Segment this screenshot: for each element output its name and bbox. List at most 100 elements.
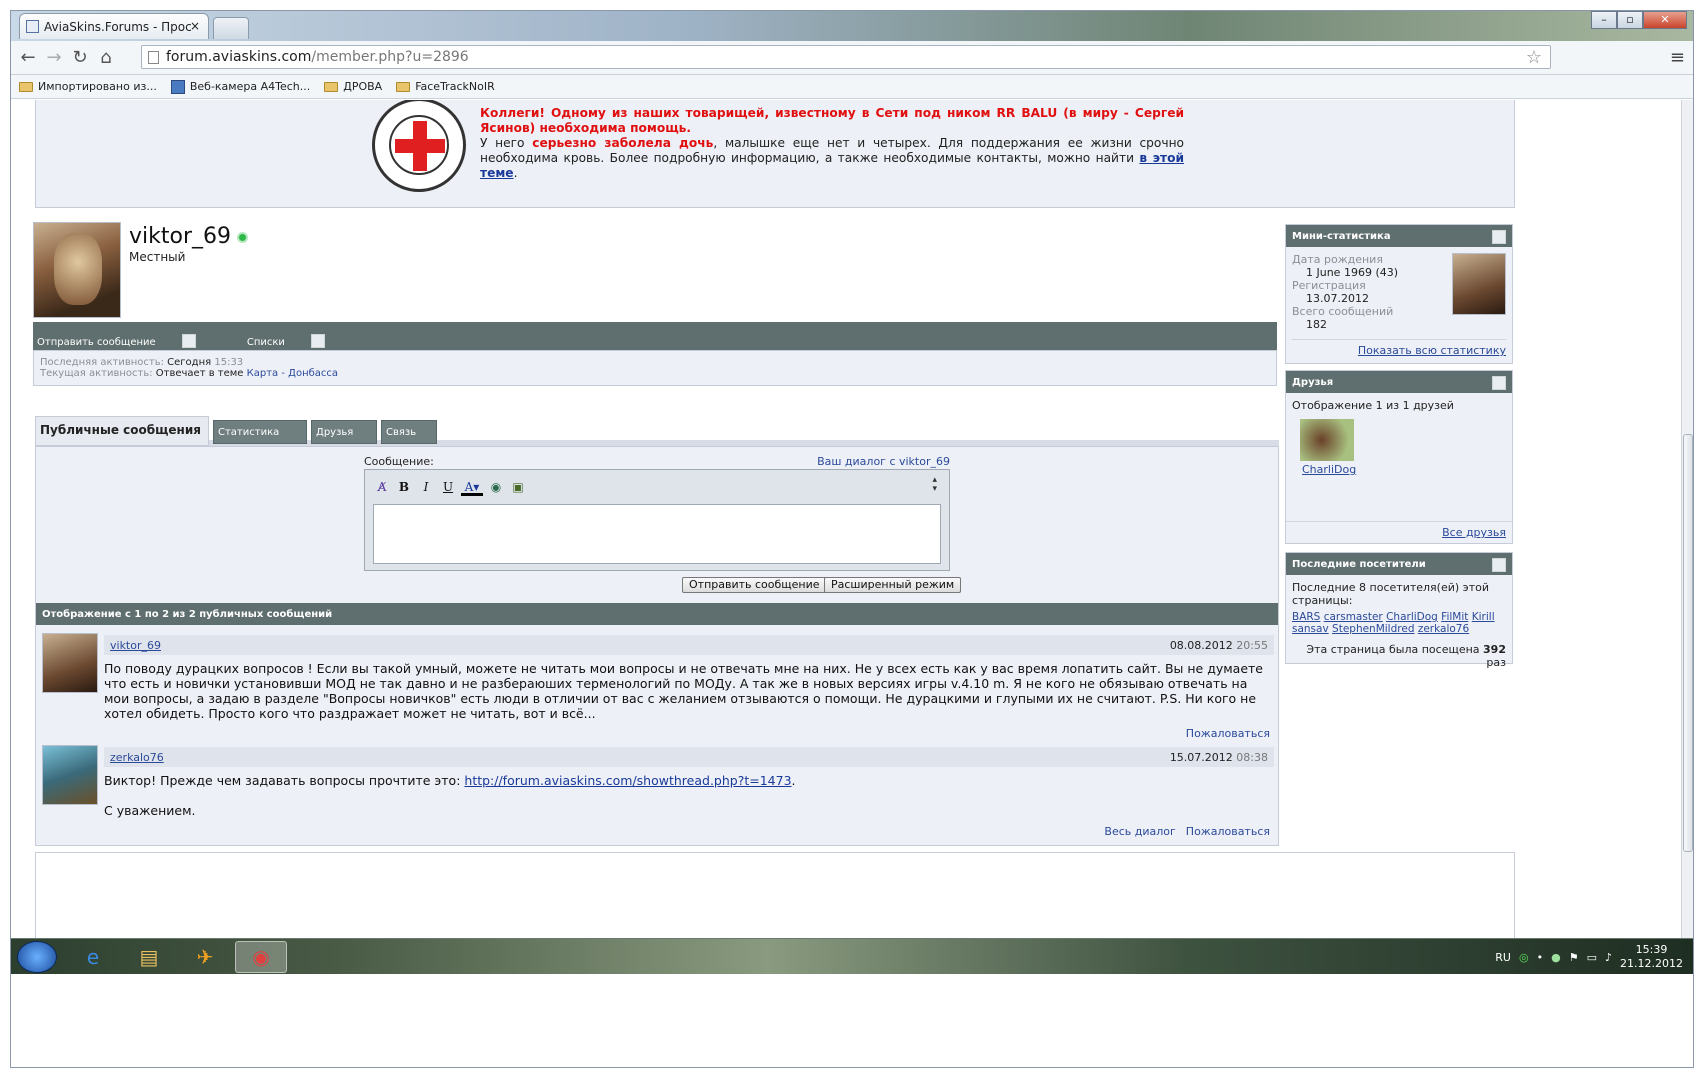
report-link[interactable]: Пожаловаться — [1186, 727, 1270, 740]
link-icon[interactable]: ◉ — [487, 478, 505, 496]
bookmark-star-icon[interactable]: ☆ — [1526, 47, 1542, 68]
username-text: viktor_69 — [129, 224, 231, 249]
dialog-link[interactable]: Ваш диалог с viktor_69 — [817, 455, 950, 468]
bookmark-item[interactable]: FaceTrackNoIR — [396, 80, 495, 93]
visitor-link[interactable]: sansav — [1292, 623, 1329, 635]
underline-icon[interactable]: U — [439, 478, 457, 496]
folder-icon — [324, 81, 339, 92]
network-icon[interactable]: ▭ — [1587, 951, 1597, 964]
bookmark-item[interactable]: Веб-камера A4Tech... — [170, 79, 310, 94]
start-button[interactable] — [17, 941, 57, 973]
lists-label: Списки — [246, 337, 285, 348]
text-color-icon[interactable]: A▾ — [461, 478, 483, 496]
post-footer: Пожаловаться — [1176, 727, 1270, 740]
forward-icon[interactable]: → — [43, 47, 65, 68]
profile-header: viktor_69 Местный Отправить сообщение Сп… — [33, 222, 1277, 390]
notice-body: У него серьезно заболела дочь, малышке е… — [480, 136, 1184, 181]
all-friends-link[interactable]: Все друзья — [1442, 526, 1506, 539]
post-author-link[interactable]: zerkalo76 — [110, 751, 164, 764]
views-unit: раз — [1486, 656, 1506, 669]
maximize-button[interactable]: ▫ — [1617, 11, 1643, 29]
ministats-footer: Показать всю статистику — [1292, 339, 1506, 357]
minimize-button[interactable]: – — [1591, 11, 1617, 29]
tray-status-icon[interactable]: ● — [1551, 951, 1561, 964]
send-message-button[interactable]: Отправить сообщение — [682, 577, 827, 593]
bookmark-label: Импортировано из... — [38, 80, 157, 93]
visitors-list: BARS carsmaster CharliDog FilMit Kirill … — [1292, 611, 1506, 635]
close-button[interactable]: ✕ — [1643, 11, 1687, 29]
game-app-icon[interactable]: ✈ — [179, 941, 231, 973]
post-date-day: 08.08.2012 — [1169, 639, 1233, 652]
online-status-icon — [237, 231, 248, 243]
volume-icon[interactable]: ♪ — [1605, 951, 1612, 964]
bold-icon[interactable]: B — [395, 478, 413, 496]
report-link[interactable]: Пожаловаться — [1186, 825, 1270, 838]
tray-app-icon[interactable]: • — [1537, 951, 1544, 964]
post-date: 08.08.2012 20:55 — [1170, 639, 1268, 652]
explorer-icon[interactable]: ▤ — [123, 941, 175, 973]
reload-icon[interactable]: ↻ — [69, 47, 91, 68]
visitor-link[interactable]: CharliDog — [1386, 611, 1438, 623]
scrollbar-thumb[interactable] — [1683, 434, 1693, 852]
bookmark-item[interactable]: ДРОВА — [324, 80, 382, 93]
clock-time: 15:39 — [1635, 943, 1668, 956]
send-message-link[interactable]: Отправить сообщение — [37, 334, 220, 348]
notice-body-red: серьезно заболела дочь — [532, 136, 714, 150]
visitor-link[interactable]: StephenMildred — [1332, 623, 1414, 635]
post-author-link[interactable]: viktor_69 — [110, 639, 161, 652]
views-text: Эта страница была посещена — [1306, 643, 1480, 656]
page-icon — [148, 51, 159, 64]
post-link[interactable]: http://forum.aviaskins.com/showthread.ph… — [464, 773, 791, 788]
tab-statistics[interactable]: Статистика — [213, 420, 307, 444]
send-message-label: Отправить сообщение — [37, 337, 156, 348]
tab-public-messages[interactable]: Публичные сообщения — [35, 416, 209, 446]
ministats-body: Дата рождения 1 June 1969 (43) Регистрац… — [1286, 247, 1512, 363]
visitor-link[interactable]: FilMit — [1441, 611, 1468, 623]
italic-icon[interactable]: I — [417, 478, 435, 496]
address-bar[interactable]: forum.aviaskins.com/member.php?u=2896 ☆ — [141, 45, 1551, 69]
browser-tab[interactable]: AviaSkins.Forums - Прос × — [19, 13, 209, 39]
tab-contact[interactable]: Связь — [381, 420, 437, 444]
tab-friends[interactable]: Друзья — [311, 420, 377, 444]
back-icon[interactable]: ← — [17, 47, 39, 68]
ie-icon[interactable]: e — [67, 941, 119, 973]
post-avatar — [42, 745, 98, 805]
flag-icon[interactable]: ⚑ — [1569, 951, 1579, 964]
friend-link[interactable]: CharliDog — [1302, 463, 1356, 476]
visitor-link[interactable]: BARS — [1292, 611, 1320, 623]
advanced-mode-button[interactable]: Расширенный режим — [824, 577, 962, 593]
favicon-icon — [26, 20, 39, 33]
new-tab-button[interactable] — [213, 17, 249, 39]
avatar — [33, 222, 121, 318]
bookmark-item[interactable]: Импортировано из... — [19, 80, 157, 93]
window-controls: – ▫ ✕ — [1591, 11, 1687, 31]
collapse-icon[interactable] — [1492, 558, 1506, 572]
visitor-link[interactable]: zerkalo76 — [1418, 623, 1469, 635]
chrome-icon[interactable]: ◉ — [235, 941, 287, 973]
visitors-body: Последние 8 посетителя(ей) этой страницы… — [1286, 575, 1512, 675]
post-text-a: Виктор! Прежде чем задавать вопросы проч… — [104, 773, 465, 788]
remove-format-icon[interactable]: A̸ — [373, 478, 391, 496]
friend-avatar[interactable] — [1300, 419, 1354, 461]
dialog-link[interactable]: Весь диалог — [1104, 825, 1175, 838]
image-icon[interactable]: ▣ — [509, 478, 527, 496]
collapse-icon[interactable] — [1492, 376, 1506, 390]
vertical-scrollbar[interactable] — [1681, 100, 1693, 938]
lists-link[interactable]: Списки — [246, 334, 349, 348]
tab-close-icon[interactable]: × — [190, 19, 200, 33]
lists-icon — [310, 334, 325, 348]
resize-icon[interactable]: ▴ ▾ — [932, 476, 937, 494]
post-text-b: . — [791, 773, 796, 788]
collapse-icon[interactable] — [1492, 230, 1506, 244]
home-icon[interactable]: ⌂ — [95, 47, 117, 68]
browser-menu-icon[interactable]: ≡ — [1670, 47, 1685, 68]
show-all-stats-link[interactable]: Показать всю статистику — [1358, 344, 1506, 357]
current-activity-link[interactable]: Карта - Донбасса — [247, 368, 338, 379]
language-indicator[interactable]: RU — [1495, 951, 1511, 964]
clock[interactable]: 15:39 21.12.2012 — [1620, 943, 1683, 971]
message-textarea[interactable] — [373, 504, 941, 564]
visitor-link[interactable]: carsmaster — [1324, 611, 1383, 623]
post-line: Виктор! Прежде чем задавать вопросы проч… — [104, 773, 1272, 788]
network-status-icon[interactable]: ◎ — [1519, 951, 1529, 964]
visitor-link[interactable]: Kirill — [1472, 611, 1495, 623]
